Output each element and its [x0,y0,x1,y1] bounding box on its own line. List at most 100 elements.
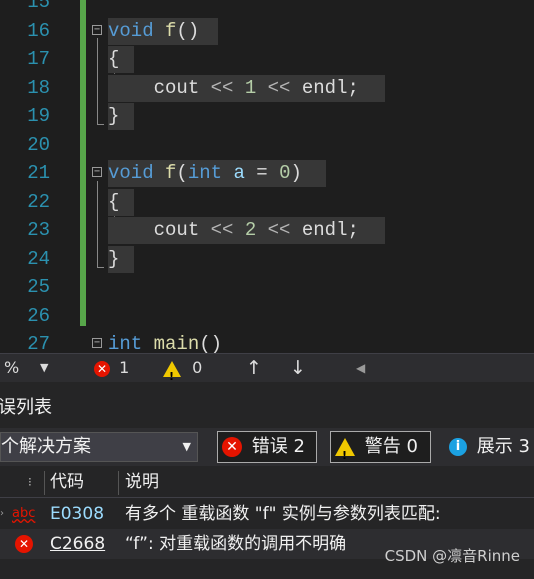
line-number: 20 [27,133,50,156]
warnings-filter-toggle[interactable]: ! 警告 0 [330,431,431,463]
error-description: 有多个 重载函数 "f" 实例与参数列表匹配: [125,504,441,524]
spell-icon: abc [12,506,36,521]
code-token: = [244,162,280,184]
column-divider[interactable] [118,471,119,495]
code-token: << [210,219,234,241]
code-line[interactable]: 22 { [0,188,534,217]
column-header-description[interactable]: 说明 [125,467,159,497]
code-token: 0 [279,162,291,184]
previous-issue-button[interactable]: ↑ [246,354,262,382]
collapse-icon[interactable]: − [92,338,102,348]
line-number: 18 [27,76,50,99]
zoom-label: % [4,358,20,377]
error-list-header: ⁝ 代码 说明 [0,467,534,498]
error-count[interactable]: ✕ 1 [94,354,129,382]
code-token: } [108,105,120,127]
code-line[interactable]: 23 cout << 2 << endl; [0,216,534,245]
warning-icon: ! [335,438,355,462]
code-token: 2 [244,219,257,241]
code-token: cout [153,219,211,241]
errors-filter-toggle[interactable]: ✕ 错误 2 [217,431,317,463]
error-icon: ✕ [15,529,33,559]
code-line[interactable]: 15 [0,0,534,17]
code-text: void f(int a = 0) [108,159,302,187]
code-token: int [108,333,143,353]
scroll-left-icon[interactable]: ◀ [356,354,365,382]
code-line[interactable]: 19} [0,102,534,131]
code-token: () [199,333,223,353]
code-token: endl; [290,76,359,99]
code-token: a [233,162,245,184]
error-list-title: 误列表 [0,397,52,418]
column-header-code[interactable]: 代码 [50,467,84,497]
chevron-down-icon: ▼ [182,440,191,453]
error-code[interactable]: C2668 [50,529,105,559]
collapse-icon[interactable]: − [92,167,102,177]
warning-icon: ! [163,360,181,383]
error-row[interactable]: › abc E0308 有多个 重载函数 "f" 实例与参数列表匹配: [0,499,534,529]
code-token: ( [176,162,188,184]
error-list-toolbar: 个解决方案 ▼ ✕ 错误 2 ! 警告 0 i 展示 3 [0,428,534,466]
column-sort-icon[interactable]: ⁝ [28,467,32,497]
code-editor[interactable]: 15 16− void f() 17{18 cout << 1 << endl; 19}… [0,0,534,353]
error-code[interactable]: E0308 [50,499,104,529]
expand-chevron-icon[interactable]: › [0,499,4,529]
code-text: { [108,45,119,73]
line-number: 16 [27,19,50,42]
code-token: { [108,190,120,213]
line-number: 25 [27,276,50,298]
code-line[interactable]: 17 { [0,45,534,74]
code-token: << [210,76,234,99]
column-divider[interactable] [44,471,45,495]
code-text: } [108,245,119,273]
line-number: 26 [27,304,50,327]
code-line[interactable]: 27 − int main() [0,330,534,353]
zoom-dropdown-icon[interactable]: ▼ [40,354,48,382]
error-description: “f”: 对重载函数的调用不明确 [125,534,347,554]
code-token: { [108,48,120,70]
line-number: 19 [27,105,50,127]
code-token: << [267,219,291,241]
warning-count[interactable]: ! 0 [163,354,203,383]
line-number: 27 [27,333,50,353]
code-token: ) [290,162,302,184]
messages-filter-toggle[interactable]: i 展示 3 [444,431,534,463]
editor-status-strip: % ▼ ✕ 1 ! 0 ↑ ↓ ◀ [0,353,534,383]
arrow-down-icon: ↓ [290,357,306,379]
code-token: endl; [290,219,359,241]
code-token: main [153,333,200,353]
scope-dropdown[interactable]: 个解决方案 ▼ [0,432,198,462]
code-token: cout [153,76,211,99]
error-icon: ✕ [94,360,110,377]
code-line[interactable]: 21 − void f(int a = 0) [0,159,534,188]
error-icon: ✕ [222,437,242,457]
warnings-toggle-label: 警告 0 [364,436,418,457]
line-number: 23 [27,219,50,241]
zoom-level[interactable]: % [4,354,19,382]
code-text: cout << 1 << endl; [108,74,359,102]
code-line[interactable]: 18 cout << 1 << endl; [0,74,534,103]
next-issue-button[interactable]: ↓ [290,354,306,382]
error-count-label: 1 [119,358,130,377]
code-line[interactable]: 20 [0,131,534,160]
code-token: } [108,247,120,270]
line-number: 24 [27,247,50,270]
code-line[interactable]: 24} [0,245,534,274]
code-line[interactable]: 25 [0,273,534,302]
code-token: void [108,162,154,184]
warning-count-label: 0 [192,358,203,377]
collapse-icon[interactable]: − [92,24,102,35]
code-line[interactable]: 26 [0,302,534,331]
code-token: () [176,19,200,42]
line-number: 21 [27,162,50,184]
code-line[interactable]: 16 − void f() [0,17,534,46]
code-token: << [267,76,291,99]
